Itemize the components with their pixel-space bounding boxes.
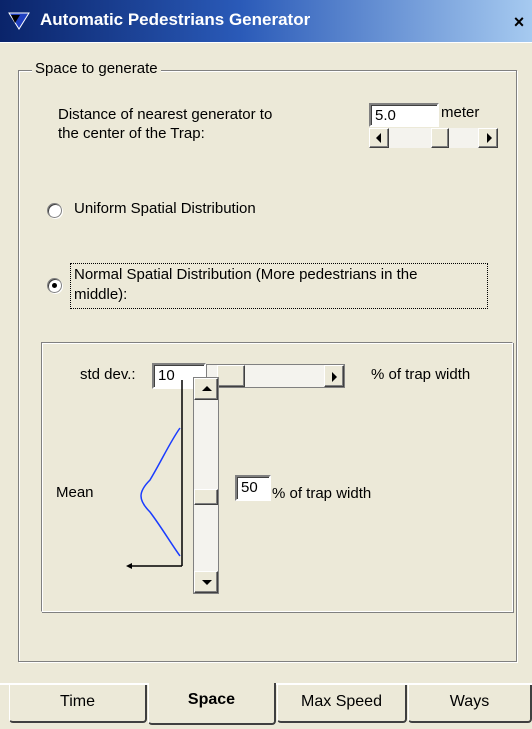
title-bar[interactable]: Automatic Pedestrians Generator × xyxy=(0,0,532,42)
tab-max-speed[interactable]: Max Speed xyxy=(277,685,407,723)
arrow-left-icon xyxy=(376,133,381,143)
app-icon xyxy=(8,12,30,30)
distance-label-line1: Distance of nearest generator to xyxy=(58,106,273,123)
distance-scroll-thumb[interactable] xyxy=(431,128,449,148)
tab-space[interactable]: Space xyxy=(148,683,276,725)
mean-scroll-up-button[interactable] xyxy=(194,378,218,400)
mean-label: Mean xyxy=(56,484,94,501)
stddev-scroll-right-button[interactable] xyxy=(324,365,344,387)
arrow-up-icon xyxy=(202,386,212,391)
mean-unit: % of trap width xyxy=(272,485,372,502)
mean-scroll-down-button[interactable] xyxy=(194,571,218,593)
radio-dot-icon xyxy=(52,283,57,288)
distance-unit: meter xyxy=(441,104,480,121)
group-label: Space to generate xyxy=(32,60,161,77)
arrow-right-icon xyxy=(487,133,492,143)
normal-radio-label-line2[interactable]: middle): xyxy=(74,286,127,303)
window-title: Automatic Pedestrians Generator xyxy=(40,10,311,29)
distance-scrollbar[interactable] xyxy=(369,128,498,148)
arrow-right-icon xyxy=(332,372,337,382)
close-button[interactable]: × xyxy=(508,11,530,33)
close-icon: × xyxy=(513,12,525,32)
bottom-strip xyxy=(0,725,532,729)
normal-distribution-curve-icon xyxy=(126,380,183,569)
arrow-down-icon xyxy=(202,580,212,585)
tab-time[interactable]: Time xyxy=(9,685,147,723)
tab-ways[interactable]: Ways xyxy=(408,685,532,723)
normal-radio-label-line1[interactable]: Normal Spatial Distribution (More pedest… xyxy=(74,266,417,283)
distance-scroll-left-button[interactable] xyxy=(369,128,389,148)
normal-radio[interactable] xyxy=(47,278,62,293)
stddev-scrollbar[interactable] xyxy=(206,364,345,388)
stddev-scroll-thumb[interactable] xyxy=(217,365,245,387)
uniform-radio-label[interactable]: Uniform Spatial Distribution xyxy=(74,200,256,217)
dialog-window: Automatic Pedestrians Generator × Space … xyxy=(0,0,532,729)
mean-input[interactable]: 50 xyxy=(235,475,271,501)
distance-label-line2: the center of the Trap: xyxy=(58,125,205,142)
distance-input[interactable]: 5.0 xyxy=(369,103,439,127)
mean-scroll-thumb[interactable] xyxy=(194,489,218,505)
title-divider xyxy=(0,42,532,43)
stddev-unit: % of trap width xyxy=(371,366,471,383)
distance-scroll-right-button[interactable] xyxy=(478,128,498,148)
uniform-radio[interactable] xyxy=(47,203,62,218)
mean-scrollbar[interactable] xyxy=(193,377,219,594)
